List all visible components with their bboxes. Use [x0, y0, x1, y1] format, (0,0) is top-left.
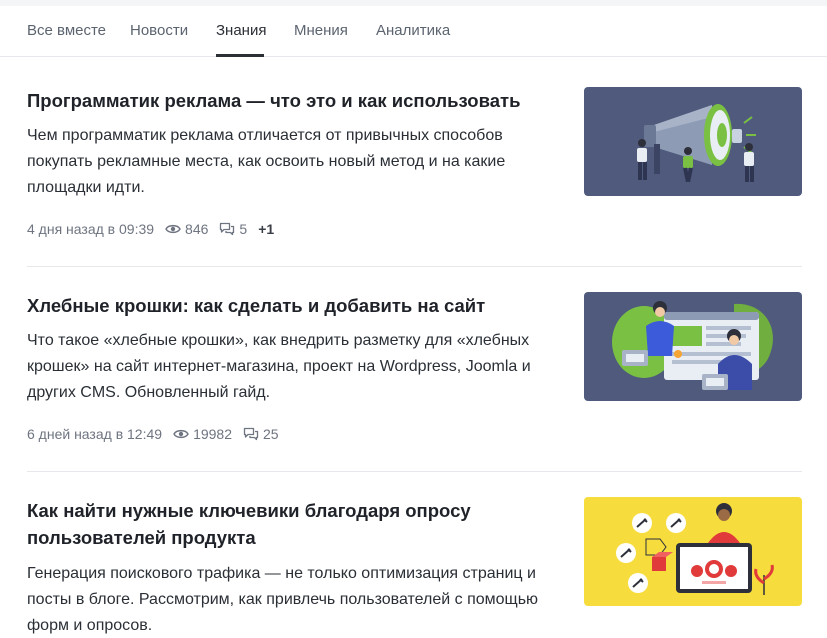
- article-meta: 6 дней назад в 12:49 19982 25: [27, 426, 279, 442]
- article-card: Как найти нужные ключевики благодаря опр…: [27, 497, 802, 638]
- article-title[interactable]: Хлебные крошки: как сделать и добавить н…: [27, 292, 557, 319]
- article-thumbnail[interactable]: [584, 87, 802, 196]
- breadcrumbs-illustration: [584, 292, 802, 401]
- article-date: 6 дней назад в 12:49: [27, 426, 163, 442]
- article-card: Программатик реклама — что это и как исп…: [27, 87, 802, 247]
- eye-icon: [165, 224, 181, 234]
- comments-counter[interactable]: 25: [243, 426, 279, 442]
- article-description: Генерация поискового трафика — не только…: [27, 565, 539, 634]
- comments-icon: [220, 222, 235, 236]
- tab-opinions[interactable]: Мнения: [294, 22, 348, 39]
- article-title[interactable]: Как найти нужные ключевики благодаря опр…: [27, 497, 507, 551]
- tab-analytics[interactable]: Аналитика: [376, 22, 450, 39]
- views-counter: 846: [165, 221, 208, 237]
- comments-count: 5: [239, 221, 248, 237]
- article-date: 4 дня назад в 09:39: [27, 221, 155, 237]
- comments-counter[interactable]: 5: [219, 221, 247, 237]
- article-description: Что такое «хлебные крошки», как внедрить…: [27, 332, 531, 401]
- views-count: 846: [185, 221, 209, 237]
- views-count: 19982: [193, 426, 232, 442]
- eye-icon: [173, 429, 189, 439]
- comments-icon: [243, 427, 259, 441]
- active-tab-indicator: [216, 54, 264, 57]
- divider: [27, 471, 802, 472]
- article-thumbnail[interactable]: [584, 292, 802, 401]
- reactions-count[interactable]: +1: [258, 221, 274, 237]
- article-thumbnail[interactable]: [584, 497, 802, 606]
- tab-news[interactable]: Новости: [130, 22, 188, 39]
- article-description: Чем программатик реклама отличается от п…: [27, 127, 506, 196]
- tab-knowledge[interactable]: Знания: [216, 22, 266, 39]
- section-tabs: Все вместе Новости Знания Мнения Аналити…: [0, 6, 827, 57]
- tab-all[interactable]: Все вместе: [27, 22, 106, 39]
- article-card: Хлебные крошки: как сделать и добавить н…: [27, 292, 802, 452]
- comments-count: 25: [263, 426, 279, 442]
- survey-illustration: [584, 497, 802, 606]
- article-meta: 4 дня назад в 09:39 846 5 +1: [27, 221, 274, 237]
- megaphone-illustration: [584, 87, 802, 196]
- article-title[interactable]: Программатик реклама — что это и как исп…: [27, 87, 557, 114]
- divider: [27, 266, 802, 267]
- views-counter: 19982: [173, 426, 232, 442]
